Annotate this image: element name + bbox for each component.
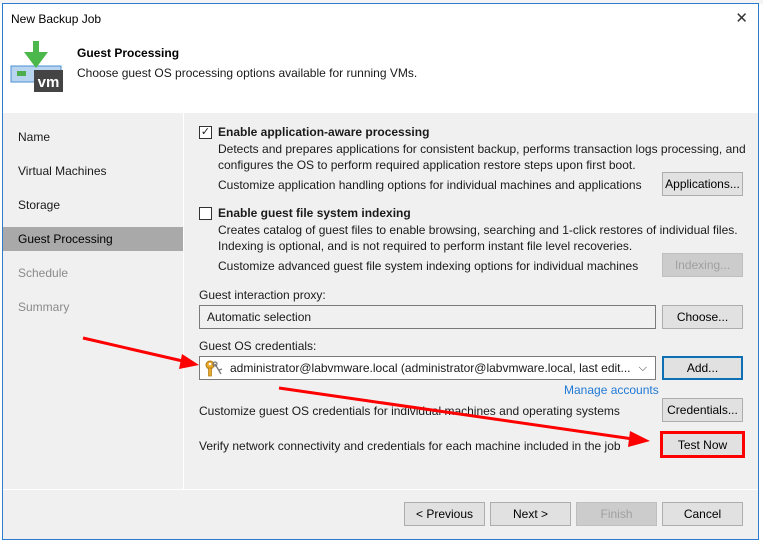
vm-backup-icon: vm	[10, 41, 63, 92]
page-title: Guest Processing	[77, 46, 180, 60]
indexing-button: Indexing...	[662, 253, 743, 277]
finish-button: Finish	[576, 502, 657, 526]
choose-proxy-button[interactable]: Choose...	[662, 305, 743, 329]
svg-text:vm: vm	[38, 74, 60, 91]
proxy-field[interactable]: Automatic selection	[199, 305, 656, 329]
indexing-customize-text: Customize advanced guest file system ind…	[218, 259, 639, 273]
manage-accounts-link[interactable]: Manage accounts	[564, 383, 659, 397]
sidebar-item-storage[interactable]: Storage	[3, 193, 183, 217]
app-aware-desc-line1: Detects and prepares applications for co…	[218, 142, 746, 156]
test-description: Verify network connectivity and credenti…	[199, 439, 621, 453]
test-now-button[interactable]: Test Now	[660, 431, 745, 458]
credentials-combo[interactable]: administrator@labvmware.local (administr…	[199, 356, 656, 380]
app-aware-desc-line2: configures the OS to perform required ap…	[218, 158, 636, 172]
key-icon	[205, 360, 223, 377]
page-subtitle: Choose guest OS processing options avail…	[77, 66, 418, 80]
sidebar-item-summary: Summary	[18, 300, 70, 314]
credentials-label: Guest OS credentials:	[199, 339, 317, 353]
wizard-header: vm Guest Processing Choose guest OS proc…	[3, 32, 758, 113]
credentials-value: administrator@labvmware.local (administr…	[230, 361, 631, 375]
title-bar: New Backup Job ✕	[3, 4, 758, 32]
new-backup-job-dialog: New Backup Job ✕ vm Guest Processing Cho…	[2, 3, 759, 540]
app-aware-customize-text: Customize application handling options f…	[218, 178, 642, 192]
credentials-button[interactable]: Credentials...	[662, 398, 743, 422]
indexing-desc-line1: Creates catalog of guest files to enable…	[218, 223, 738, 237]
indexing-checkbox[interactable]	[199, 207, 212, 220]
footer-divider	[3, 489, 758, 490]
sidebar-item-virtual-machines[interactable]: Virtual Machines	[3, 159, 183, 183]
wizard-steps-sidebar: Name Virtual Machines Storage Guest Proc…	[3, 113, 184, 489]
chevron-down-icon[interactable]: ⌵	[639, 357, 647, 379]
sidebar-item-guest-processing[interactable]: Guest Processing	[3, 227, 183, 251]
sidebar-item-schedule: Schedule	[18, 266, 69, 280]
window-title: New Backup Job	[11, 12, 102, 26]
indexing-desc-line2: Indexing is optional, and is not require…	[218, 239, 633, 253]
previous-button[interactable]: < Previous	[404, 502, 485, 526]
close-icon[interactable]: ✕	[735, 9, 748, 27]
add-credentials-button[interactable]: Add...	[662, 356, 743, 380]
applications-button[interactable]: Applications...	[662, 172, 743, 196]
proxy-label: Guest interaction proxy:	[199, 288, 326, 302]
app-aware-label: Enable application-aware processing	[218, 125, 430, 139]
indexing-label: Enable guest file system indexing	[218, 206, 411, 220]
sidebar-item-name[interactable]: Name	[3, 125, 183, 149]
cancel-button[interactable]: Cancel	[662, 502, 743, 526]
guest-processing-panel: ✓ Enable application-aware processing De…	[185, 113, 758, 489]
app-aware-checkbox[interactable]: ✓	[199, 126, 212, 139]
next-button[interactable]: Next >	[490, 502, 571, 526]
credentials-customize-text: Customize guest OS credentials for indiv…	[199, 404, 620, 418]
